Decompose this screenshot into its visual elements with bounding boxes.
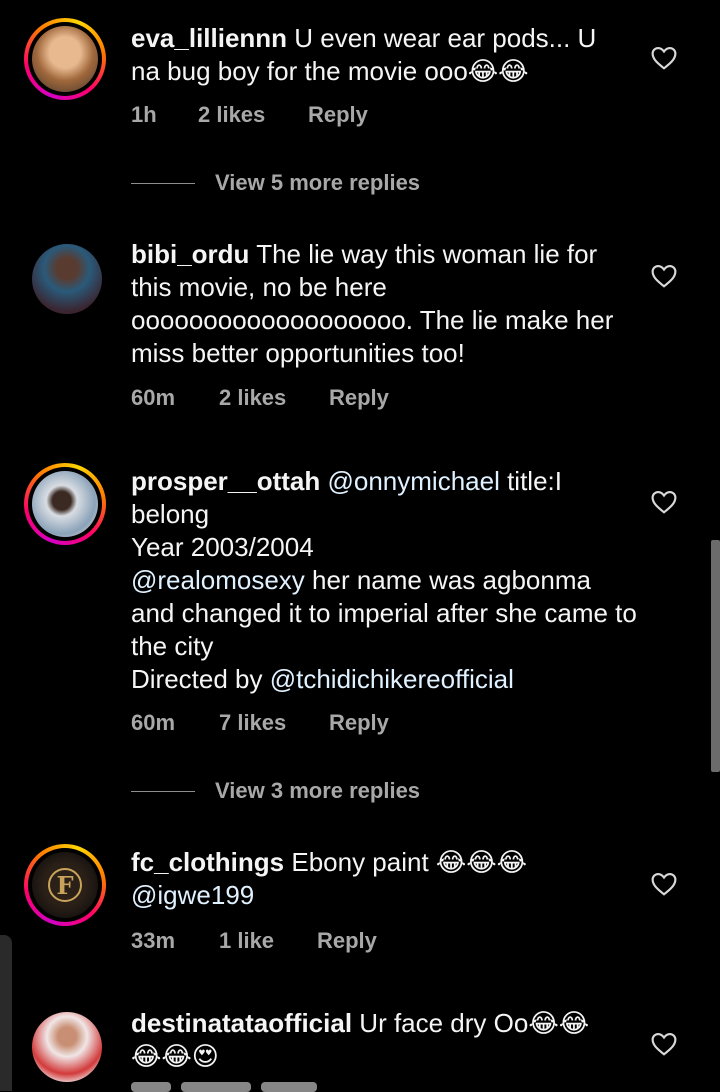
likes-count[interactable]: 2 likes	[219, 385, 329, 411]
comment-meta: 33m 1 like Reply	[131, 928, 377, 954]
heart-icon[interactable]	[651, 490, 677, 514]
username[interactable]: destinatataofficial	[131, 1008, 352, 1038]
heart-icon[interactable]	[651, 46, 677, 70]
avatar[interactable]	[24, 18, 106, 100]
reply-button[interactable]: Reply	[308, 102, 368, 128]
comment-text: prosper__ottah @onnymichael title:I belo…	[131, 466, 637, 694]
view-more-replies[interactable]: View 5 more replies	[131, 170, 420, 196]
username[interactable]: bibi_ordu	[131, 239, 249, 269]
likes-count[interactable]: 2 likes	[198, 102, 308, 128]
timestamp: 33m	[131, 928, 176, 953]
view-more-replies[interactable]: View 3 more replies	[131, 778, 420, 804]
mention[interactable]: @onnymichael	[320, 466, 499, 496]
heart-icon[interactable]	[651, 1032, 677, 1056]
timestamp: 1h	[131, 102, 157, 127]
comment-meta: 1h 2 likes Reply	[131, 102, 368, 128]
comment-text: bibi_ordu The lie way this woman lie for…	[131, 239, 614, 368]
username[interactable]: eva_lilliennn	[131, 23, 287, 53]
mention[interactable]: @realomosexy	[131, 565, 305, 595]
heart-icon[interactable]	[651, 872, 677, 896]
comment-text: fc_clothings Ebony paint 😂😂😂 @igwe199	[131, 847, 528, 910]
reply-button[interactable]: Reply	[317, 928, 377, 954]
likes-count[interactable]: 7 likes	[219, 710, 329, 736]
scrollbar[interactable]	[711, 540, 720, 772]
comment-text: destinatataofficial Ur face dry Oo😂😂 😂😂😍	[131, 1008, 590, 1071]
username[interactable]: fc_clothings	[131, 847, 284, 877]
comment-meta: 60m 2 likes Reply	[131, 385, 389, 411]
avatar[interactable]: F	[24, 844, 106, 926]
likes-count[interactable]: 1 like	[219, 928, 317, 954]
avatar[interactable]	[24, 463, 106, 545]
mention[interactable]: @igwe199	[131, 880, 254, 910]
username[interactable]: prosper__ottah	[131, 466, 320, 496]
screen-edge	[0, 935, 12, 1091]
comment-text: eva_lilliennn U even wear ear pods... U …	[131, 23, 597, 86]
avatar[interactable]	[32, 1012, 102, 1082]
reply-button[interactable]: Reply	[329, 710, 389, 736]
heart-icon[interactable]	[651, 264, 677, 288]
reply-button[interactable]: Reply	[329, 385, 389, 411]
timestamp: 60m	[131, 710, 176, 735]
brand-logo: F	[48, 868, 82, 902]
timestamp: 60m	[131, 385, 176, 410]
mention[interactable]: @tchidichikereofficial	[270, 664, 514, 694]
comment-meta: 60m 7 likes Reply	[131, 710, 389, 736]
avatar[interactable]	[32, 244, 102, 314]
